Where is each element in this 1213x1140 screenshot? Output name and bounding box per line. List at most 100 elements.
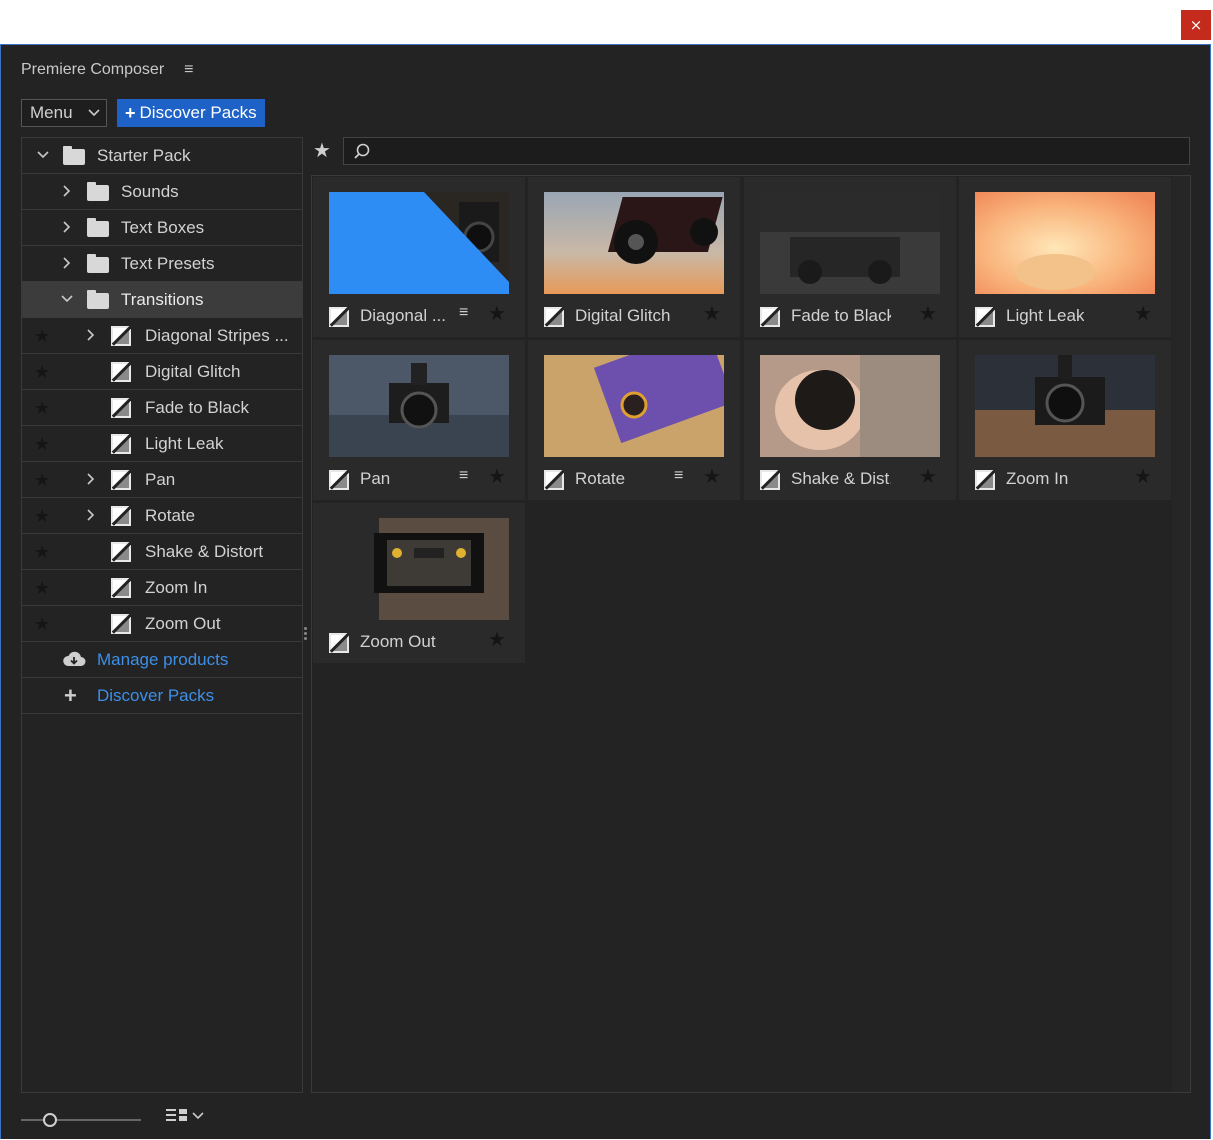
slider-knob[interactable] <box>43 1113 57 1127</box>
preset-icon <box>111 326 131 346</box>
tree-item-diagonal-stripes[interactable]: ★ Diagonal Stripes ... <box>22 318 302 354</box>
tree-item-zoom-in[interactable]: ★ Zoom In <box>22 570 302 606</box>
folder-icon <box>87 254 109 273</box>
star-icon[interactable]: ★ <box>488 464 506 489</box>
panel-splitter[interactable] <box>304 625 308 647</box>
thumbnail-image <box>329 518 509 620</box>
composer-panel: Premiere Composer ≡ Menu + Discover Pack… <box>0 44 1211 1139</box>
chevron-down-icon[interactable] <box>61 295 73 303</box>
list-icon[interactable]: ≡ <box>674 467 683 485</box>
tree-item-label: Sounds <box>121 181 179 201</box>
star-icon[interactable]: ★ <box>919 464 937 489</box>
preset-card-zoom-in[interactable]: Zoom In ★ <box>959 340 1171 500</box>
card-name: Fade to Black <box>791 306 891 325</box>
preset-card-fade-to-black[interactable]: Fade to Black ★ <box>744 177 956 337</box>
pack-tree: Starter Pack Sounds Text Boxes Text Pres… <box>21 137 303 1093</box>
tree-item-label: Fade to Black <box>145 397 249 417</box>
tree-item-digital-glitch[interactable]: ★ Digital Glitch <box>22 354 302 390</box>
grid-scrollbar[interactable] <box>1172 176 1190 1092</box>
star-icon[interactable]: ★ <box>34 434 50 455</box>
chevron-right-icon[interactable] <box>87 329 95 341</box>
chevron-right-icon[interactable] <box>63 185 71 197</box>
preset-icon <box>329 470 349 490</box>
tree-item-text-presets[interactable]: Text Presets <box>22 246 302 282</box>
view-mode-toggle[interactable] <box>166 1107 204 1125</box>
chevron-down-icon[interactable] <box>37 151 49 159</box>
panel-header: Premiere Composer ≡ <box>21 59 194 81</box>
star-icon[interactable]: ★ <box>703 464 721 489</box>
chevron-right-icon[interactable] <box>63 257 71 269</box>
star-icon[interactable]: ★ <box>703 301 721 326</box>
folder-icon <box>87 218 109 237</box>
tree-item-label: Pan <box>145 469 176 489</box>
tree-item-zoom-out[interactable]: ★ Zoom Out <box>22 606 302 642</box>
star-icon[interactable]: ★ <box>34 362 50 383</box>
list-icon[interactable]: ≡ <box>459 467 468 485</box>
tree-item-sounds[interactable]: Sounds <box>22 174 302 210</box>
preset-card-shake-distort[interactable]: Shake & Dist... ★ <box>744 340 956 500</box>
search-input[interactable] <box>343 137 1190 165</box>
chevron-right-icon[interactable] <box>63 221 71 233</box>
preset-card-digital-glitch[interactable]: Digital Glitch ★ <box>528 177 740 337</box>
preset-icon <box>111 506 131 526</box>
panel-menu-icon[interactable]: ≡ <box>184 61 193 79</box>
menu-dropdown-label: Menu <box>30 103 73 122</box>
tree-item-label: Digital Glitch <box>145 361 241 381</box>
chevron-right-icon[interactable] <box>87 509 95 521</box>
tree-item-text-boxes[interactable]: Text Boxes <box>22 210 302 246</box>
card-name: Zoom Out <box>360 632 436 651</box>
thumbnail-image <box>975 355 1155 457</box>
list-icon[interactable]: ≡ <box>459 304 468 322</box>
close-button[interactable]: × <box>1181 10 1211 40</box>
presets-grid: Diagonal ... ≡ ★ Digital Glitch ★ Fade t… <box>311 175 1191 1093</box>
preset-card-zoom-out[interactable]: Zoom Out ★ <box>313 503 525 663</box>
star-icon[interactable]: ★ <box>1134 464 1152 489</box>
preset-card-diagonal[interactable]: Diagonal ... ≡ ★ <box>313 177 525 337</box>
preset-icon <box>544 307 564 327</box>
title-bar: × <box>0 0 1213 44</box>
star-icon[interactable]: ★ <box>34 578 50 599</box>
thumbnail-image <box>760 355 940 457</box>
star-icon[interactable]: ★ <box>34 398 50 419</box>
preset-icon <box>111 614 131 634</box>
tree-item-transitions[interactable]: Transitions <box>22 282 302 318</box>
favorites-filter-star-icon[interactable]: ★ <box>313 138 331 163</box>
status-bar <box>1 1097 1212 1140</box>
tree-item-light-leak[interactable]: ★ Light Leak <box>22 426 302 462</box>
star-icon[interactable]: ★ <box>488 301 506 326</box>
preset-card-pan[interactable]: Pan ≡ ★ <box>313 340 525 500</box>
tree-item-label: Shake & Distort <box>145 541 264 561</box>
star-icon[interactable]: ★ <box>488 627 506 652</box>
tree-item-fade-to-black[interactable]: ★ Fade to Black <box>22 390 302 426</box>
preset-icon <box>111 398 131 418</box>
tree-item-label: Rotate <box>145 505 196 525</box>
star-icon[interactable]: ★ <box>1134 301 1152 326</box>
thumbnail-image <box>760 192 940 294</box>
tree-item-pan[interactable]: ★ Pan <box>22 462 302 498</box>
tree-item-starter-pack[interactable]: Starter Pack <box>22 138 302 174</box>
cloud-download-icon <box>63 651 86 666</box>
tree-item-rotate[interactable]: ★ Rotate <box>22 498 302 534</box>
star-icon[interactable]: ★ <box>34 542 50 563</box>
card-name: Shake & Dist... <box>791 469 891 488</box>
discover-packs-link[interactable]: + Discover Packs <box>22 678 302 714</box>
list-view-icon <box>166 1109 187 1121</box>
menu-dropdown[interactable]: Menu <box>21 99 107 127</box>
star-icon[interactable]: ★ <box>34 614 50 635</box>
tree-item-label: Starter Pack <box>97 145 191 165</box>
discover-packs-button[interactable]: + Discover Packs <box>117 99 265 127</box>
star-icon[interactable]: ★ <box>34 506 50 527</box>
star-icon[interactable]: ★ <box>34 326 50 347</box>
tree-item-shake-distort[interactable]: ★ Shake & Distort <box>22 534 302 570</box>
thumbnail-image <box>544 192 724 294</box>
manage-products-link[interactable]: Manage products <box>22 642 302 678</box>
star-icon[interactable]: ★ <box>34 470 50 491</box>
preset-card-rotate[interactable]: Rotate ≡ ★ <box>528 340 740 500</box>
thumbnail-image <box>329 355 509 457</box>
thumbnail-size-slider[interactable] <box>21 1113 141 1127</box>
star-icon[interactable]: ★ <box>919 301 937 326</box>
tree-item-label: Text Presets <box>121 253 215 273</box>
preset-card-light-leak[interactable]: Light Leak ★ <box>959 177 1171 337</box>
chevron-right-icon[interactable] <box>87 473 95 485</box>
thumbnail-image <box>329 192 509 294</box>
